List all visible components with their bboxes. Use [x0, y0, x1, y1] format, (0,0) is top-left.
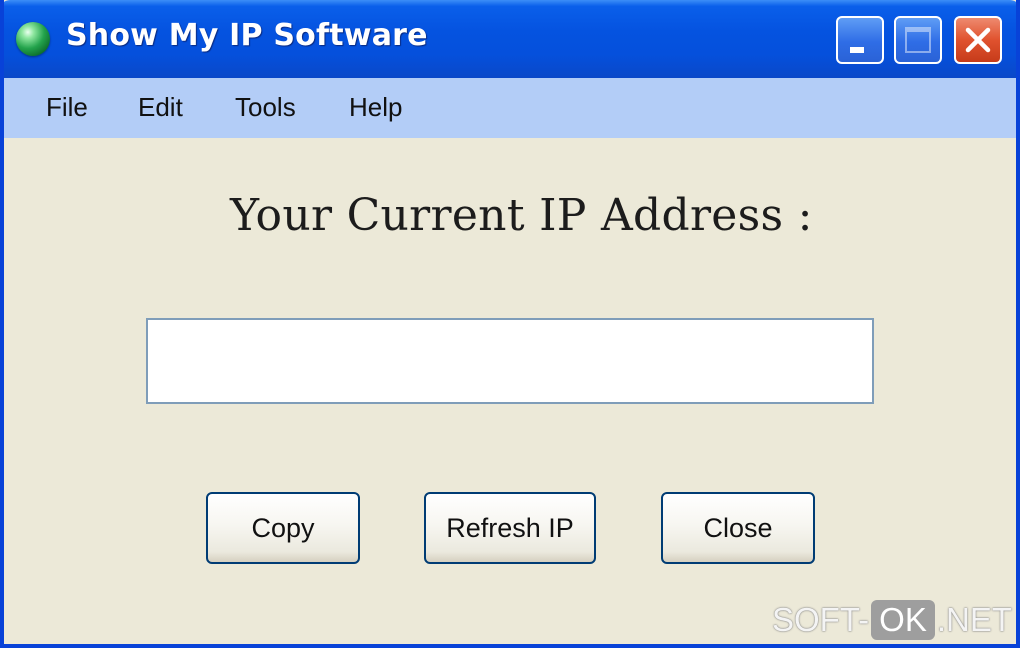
maximize-icon — [905, 27, 931, 53]
watermark: SOFT- OK .NET — [772, 600, 1012, 640]
copy-button[interactable]: Copy — [206, 492, 360, 564]
watermark-ok-badge: OK — [871, 600, 935, 640]
menu-tools[interactable]: Tools — [231, 92, 300, 123]
menu-file[interactable]: File — [42, 92, 92, 123]
ip-address-field[interactable] — [146, 318, 874, 404]
minimize-button[interactable] — [836, 16, 884, 64]
watermark-left: SOFT- — [772, 601, 870, 638]
window-title: Show My IP Software — [66, 18, 428, 53]
title-bar[interactable]: Show My IP Software — [4, 0, 1016, 78]
refresh-ip-button[interactable]: Refresh IP — [424, 492, 596, 564]
ip-address-heading: Your Current IP Address : — [230, 190, 813, 241]
close-window-button[interactable] — [954, 16, 1002, 64]
globe-icon — [16, 22, 50, 56]
menu-edit[interactable]: Edit — [134, 92, 187, 123]
app-window: Show My IP Software File Edit Tools Help… — [0, 0, 1020, 648]
menu-help[interactable]: Help — [345, 92, 406, 123]
close-button[interactable]: Close — [661, 492, 815, 564]
watermark-right: .NET — [936, 601, 1013, 638]
menu-bar: File Edit Tools Help — [4, 78, 1016, 138]
maximize-button[interactable] — [894, 16, 942, 64]
minimize-icon — [850, 47, 864, 53]
close-icon — [965, 27, 991, 53]
